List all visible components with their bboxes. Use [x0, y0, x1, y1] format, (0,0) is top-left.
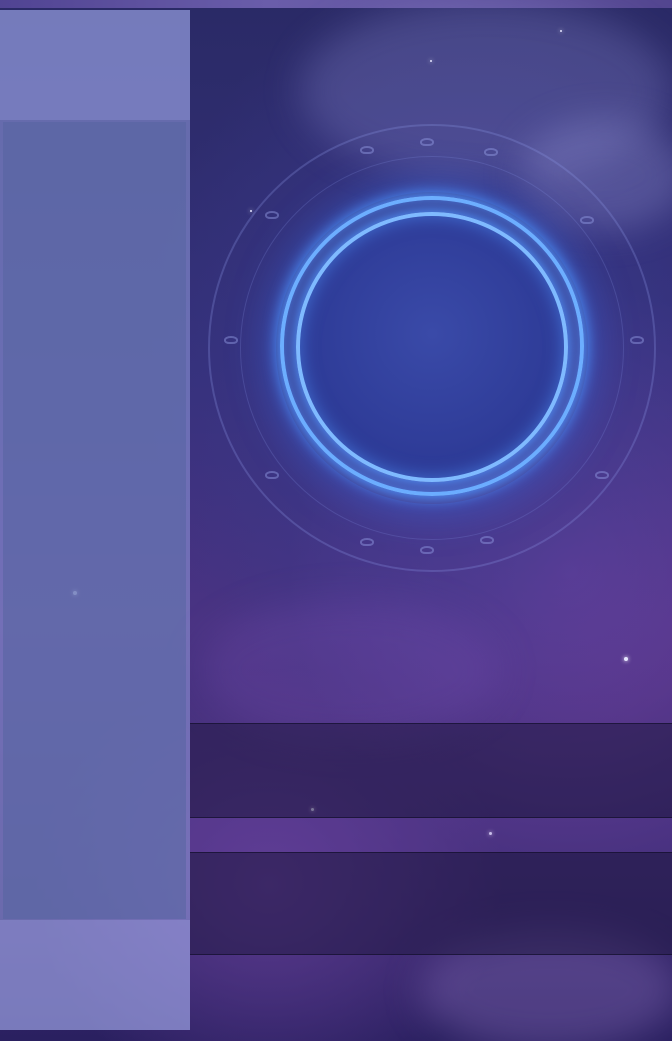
star — [250, 210, 252, 212]
star — [560, 30, 562, 32]
info-band-bottom — [190, 852, 672, 955]
rune-glyph-icon — [360, 146, 374, 154]
star — [624, 657, 628, 661]
left-panel-header — [0, 10, 190, 120]
rune-glyph-icon — [580, 216, 594, 224]
info-strip — [190, 818, 672, 852]
nebula-cloud — [200, 600, 500, 740]
top-bar — [0, 0, 672, 8]
rune-glyph-icon — [595, 471, 609, 479]
rune-glyph-icon — [480, 536, 494, 544]
left-side-panel — [0, 10, 190, 1030]
rune-glyph-icon — [420, 138, 434, 146]
left-panel-footer — [0, 920, 190, 1030]
glowing-portal-icon[interactable] — [296, 212, 568, 482]
game-screen — [0, 0, 672, 1041]
rune-glyph-icon — [630, 336, 644, 344]
rune-glyph-icon — [265, 471, 279, 479]
left-panel-list[interactable] — [3, 122, 186, 919]
rune-glyph-icon — [484, 148, 498, 156]
star — [430, 60, 432, 62]
rune-glyph-icon — [265, 211, 279, 219]
rune-glyph-icon — [224, 336, 238, 344]
rune-glyph-icon — [360, 538, 374, 546]
info-band-top — [190, 723, 672, 818]
rune-glyph-icon — [420, 546, 434, 554]
